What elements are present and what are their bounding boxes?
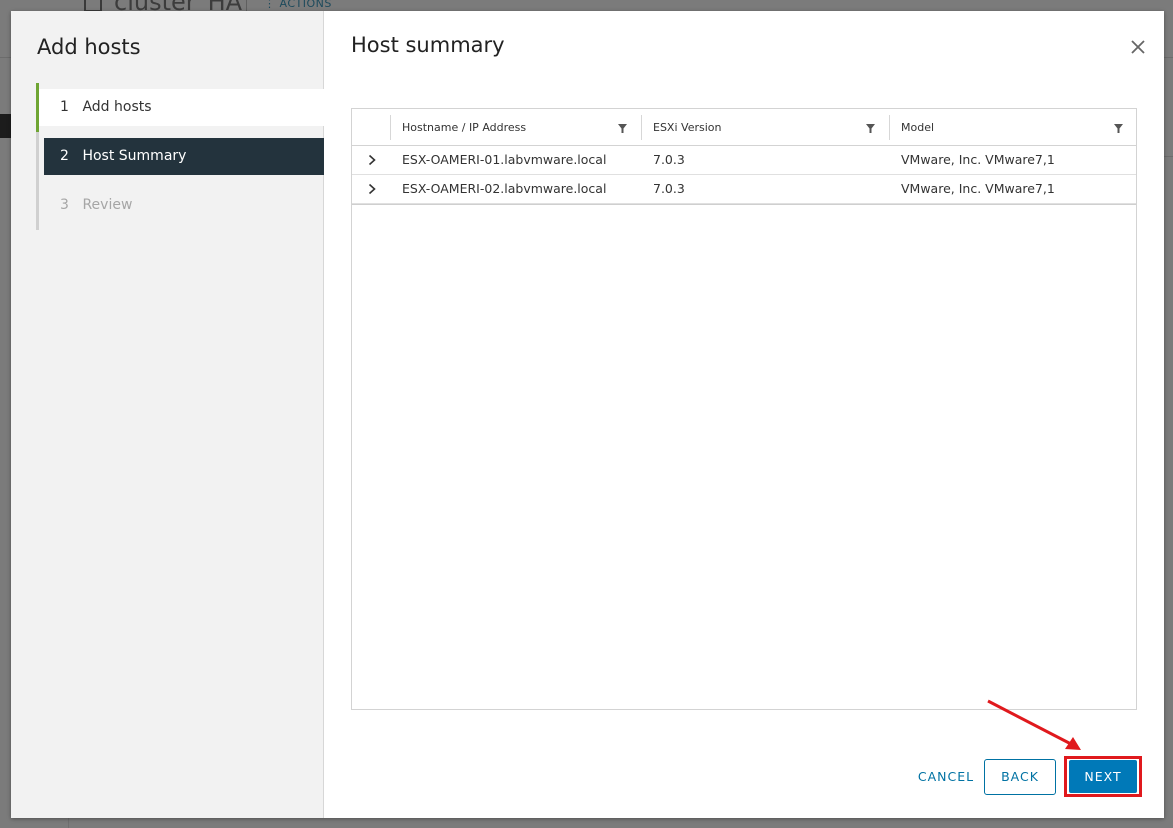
- back-button[interactable]: BACK: [984, 759, 1056, 795]
- close-icon: [1131, 40, 1145, 54]
- add-hosts-wizard-modal: Add hosts 1 Add hosts 2 Host Summary 3 R…: [11, 11, 1164, 818]
- wizard-step-nav: Add hosts 1 Add hosts 2 Host Summary 3 R…: [11, 11, 324, 818]
- cancel-button[interactable]: CANCEL: [906, 759, 986, 795]
- wizard-steps: 1 Add hosts 2 Host Summary 3 Review: [36, 83, 324, 230]
- step-label: Add hosts: [82, 99, 152, 115]
- next-button[interactable]: NEXT: [1069, 760, 1137, 793]
- cell-esxi-version: 7.0.3: [653, 181, 685, 196]
- step-number: 2: [60, 148, 69, 164]
- page-title: Host summary: [351, 33, 505, 57]
- vertical-dots-icon: ⋮: [264, 0, 280, 10]
- cell-model: VMware, Inc. VMware7,1: [901, 152, 1055, 167]
- wizard-title: Add hosts: [37, 35, 141, 59]
- host-summary-table: Hostname / IP Address ESXi Version Model: [351, 108, 1137, 710]
- wizard-content: Host summary Hostname / IP Address ESXi …: [324, 11, 1164, 818]
- step-number: 3: [60, 197, 69, 213]
- step-host-summary[interactable]: 2 Host Summary: [36, 132, 324, 181]
- next-button-highlight: NEXT: [1064, 756, 1142, 797]
- column-header-label: Hostname / IP Address: [402, 121, 527, 134]
- step-number: 1: [60, 99, 69, 115]
- actions-menu[interactable]: ⋮ ACTIONS: [264, 0, 332, 10]
- table-rows-end-divider: [352, 204, 1136, 205]
- column-header-esxi-version[interactable]: ESXi Version: [641, 109, 889, 146]
- table-header: Hostname / IP Address ESXi Version Model: [352, 109, 1136, 146]
- filter-icon[interactable]: [618, 124, 627, 133]
- chevron-right-icon[interactable]: [366, 183, 378, 195]
- cell-hostname: ESX-OAMERI-01.labvmware.local: [402, 152, 607, 167]
- step-review: 3 Review: [36, 181, 324, 230]
- step-label: Review: [82, 197, 133, 213]
- expander-column-header: [352, 109, 390, 146]
- column-header-label: Model: [901, 121, 935, 134]
- column-header-hostname[interactable]: Hostname / IP Address: [390, 109, 641, 146]
- cell-hostname: ESX-OAMERI-02.labvmware.local: [402, 181, 607, 196]
- actions-label: ACTIONS: [279, 0, 332, 10]
- close-button[interactable]: [1128, 37, 1148, 57]
- cell-esxi-version: 7.0.3: [653, 152, 685, 167]
- column-header-label: ESXi Version: [653, 121, 722, 134]
- filter-icon[interactable]: [866, 124, 875, 133]
- column-header-model[interactable]: Model: [889, 109, 1136, 146]
- chevron-right-icon[interactable]: [366, 154, 378, 166]
- filter-icon[interactable]: [1114, 124, 1123, 133]
- background-divider-right: [1163, 156, 1173, 157]
- step-add-hosts[interactable]: 1 Add hosts: [36, 83, 324, 132]
- table-row[interactable]: ESX-OAMERI-01.labvmware.local 7.0.3 VMwa…: [352, 146, 1136, 175]
- step-label: Host Summary: [82, 148, 187, 164]
- table-row[interactable]: ESX-OAMERI-02.labvmware.local 7.0.3 VMwa…: [352, 175, 1136, 204]
- cell-model: VMware, Inc. VMware7,1: [901, 181, 1055, 196]
